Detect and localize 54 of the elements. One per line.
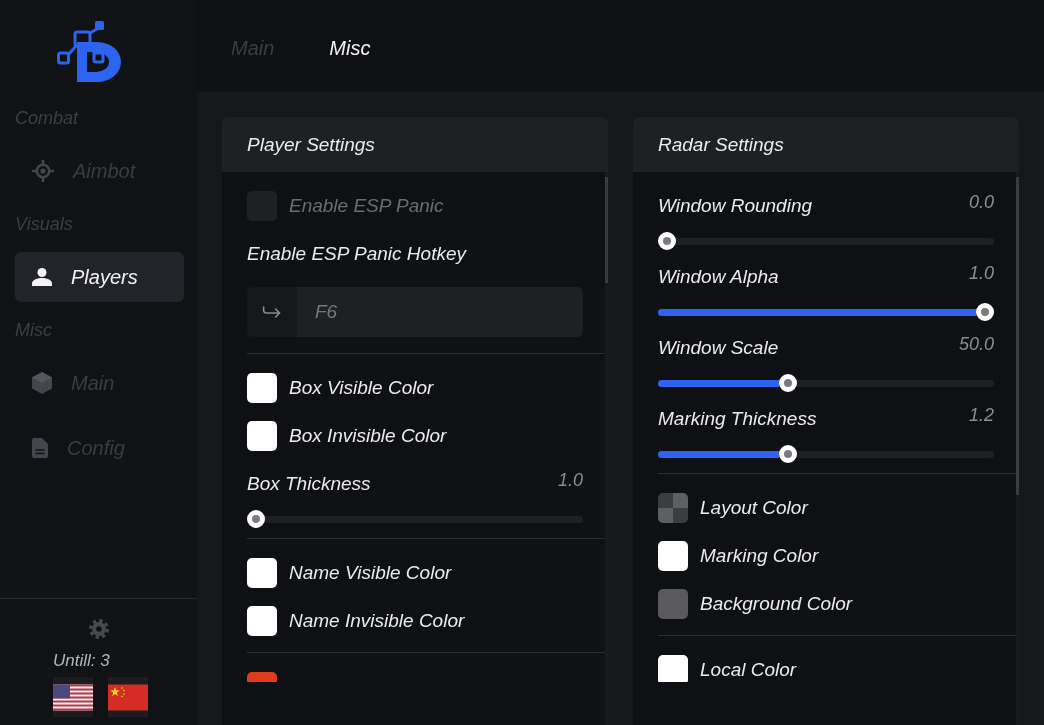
slider-track[interactable] bbox=[658, 445, 994, 463]
language-button[interactable] bbox=[53, 677, 93, 717]
slider-label: Window Rounding bbox=[658, 194, 813, 218]
scrollbar[interactable] bbox=[1016, 172, 1019, 725]
nav-item[interactable]: Players bbox=[15, 252, 184, 302]
slider-label: Window Alpha bbox=[658, 265, 779, 289]
hook-arrow-icon bbox=[262, 306, 282, 318]
language-button[interactable] bbox=[108, 677, 148, 717]
slider-track[interactable] bbox=[658, 374, 994, 392]
slider-track[interactable] bbox=[658, 303, 994, 321]
slider-value: 1.0 bbox=[968, 262, 994, 284]
option-label: Name Visible Color bbox=[289, 561, 452, 585]
option-label: Marking Color bbox=[700, 544, 819, 568]
swatch-icon[interactable] bbox=[658, 589, 688, 619]
hotkey-field[interactable]: F6 bbox=[247, 287, 583, 337]
slider-value: 0.0 bbox=[968, 191, 994, 213]
slider-label: Box Thickness bbox=[247, 472, 371, 496]
option-label: Enable ESP Panic bbox=[289, 194, 444, 218]
swatch-icon[interactable] bbox=[247, 558, 277, 588]
swatch-icon[interactable] bbox=[658, 655, 688, 682]
china-flag-icon bbox=[108, 683, 148, 711]
slider-thumb[interactable] bbox=[976, 303, 994, 321]
panel-title: Radar Settings bbox=[658, 133, 784, 156]
slider-track[interactable] bbox=[247, 510, 583, 528]
document-icon bbox=[32, 438, 48, 458]
swatch-icon[interactable] bbox=[247, 606, 277, 636]
slider-value: 50.0 bbox=[958, 333, 994, 355]
slider-track[interactable] bbox=[658, 232, 994, 250]
us-flag-icon bbox=[53, 683, 93, 711]
option-label: Layout Color bbox=[700, 496, 808, 520]
option-label: Local Color bbox=[700, 658, 797, 682]
option-label: Name Invisible Color bbox=[289, 609, 465, 633]
slider-value: 1.0 bbox=[557, 469, 583, 491]
slider-label: Marking Thickness bbox=[658, 407, 817, 431]
option-label: Background Color bbox=[700, 592, 853, 616]
slider-value: 1.2 bbox=[968, 404, 994, 426]
cube-icon bbox=[32, 372, 52, 394]
swatch-icon[interactable] bbox=[658, 541, 688, 571]
panel-title: Player Settings bbox=[247, 133, 375, 156]
swatch-icon[interactable] bbox=[247, 421, 277, 451]
swatch-icon[interactable] bbox=[247, 373, 277, 403]
slider-thumb[interactable] bbox=[247, 510, 265, 528]
slider-thumb[interactable] bbox=[778, 445, 797, 463]
slider-label: Window Scale bbox=[658, 336, 779, 360]
footer-text: Untill: 3 bbox=[53, 650, 110, 672]
tab[interactable]: Misc bbox=[329, 36, 371, 60]
option-label: Box Visible Color bbox=[289, 376, 434, 400]
crosshair-icon bbox=[32, 160, 54, 182]
hotkey-label: Enable ESP Panic Hotkey bbox=[247, 242, 466, 266]
person-icon bbox=[32, 268, 52, 286]
option-label: Box Invisible Color bbox=[289, 424, 447, 448]
slider-thumb[interactable] bbox=[778, 374, 797, 392]
slider-thumb[interactable] bbox=[658, 232, 676, 250]
swatch-icon[interactable] bbox=[658, 493, 688, 523]
